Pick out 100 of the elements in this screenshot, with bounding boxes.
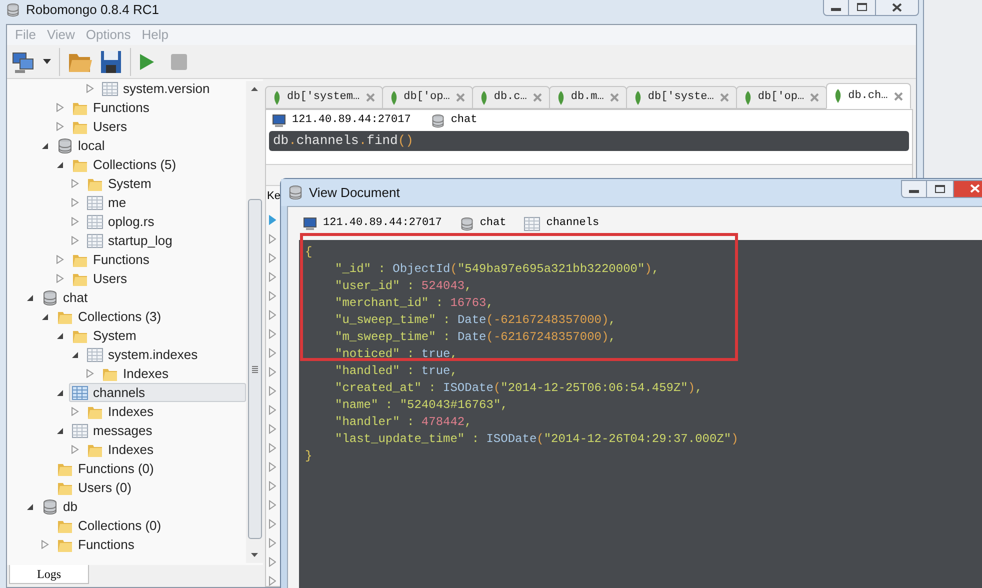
expand-arrow-icon[interactable] bbox=[269, 557, 276, 567]
expanded-arrow-icon[interactable] bbox=[26, 294, 34, 302]
tree-item[interactable]: chat bbox=[39, 288, 246, 307]
expand-arrow-icon[interactable] bbox=[269, 576, 276, 586]
expanded-arrow-icon[interactable] bbox=[56, 332, 64, 340]
query-editor[interactable]: db.channels.find() bbox=[269, 131, 909, 151]
expand-arrow-icon[interactable] bbox=[269, 386, 276, 396]
query-tab[interactable]: db.c… bbox=[472, 86, 550, 109]
caret-icon[interactable] bbox=[43, 59, 51, 64]
tree-item[interactable]: startup_log bbox=[84, 231, 246, 250]
query-tab[interactable]: db.m… bbox=[548, 86, 627, 109]
expand-arrow-icon[interactable] bbox=[269, 215, 276, 225]
expanded-arrow-icon[interactable] bbox=[56, 388, 64, 396]
tree-item[interactable]: System bbox=[84, 174, 246, 193]
collapsed-arrow-icon[interactable] bbox=[71, 217, 79, 226]
expanded-arrow-icon[interactable] bbox=[56, 160, 64, 168]
collapsed-arrow-icon[interactable] bbox=[71, 445, 79, 454]
close-button[interactable] bbox=[875, 0, 919, 16]
scroll-down-icon[interactable] bbox=[251, 553, 258, 557]
tree-item[interactable]: Collections (0) bbox=[54, 516, 246, 535]
expand-arrow-icon[interactable] bbox=[269, 291, 276, 301]
collapsed-arrow-icon[interactable] bbox=[56, 122, 64, 131]
leaf-icon bbox=[834, 89, 842, 103]
collapsed-arrow-icon[interactable] bbox=[71, 407, 79, 416]
tree-item[interactable]: messages bbox=[69, 421, 246, 440]
tree-item[interactable]: channels bbox=[69, 383, 246, 402]
close-icon[interactable] bbox=[810, 93, 820, 102]
expand-arrow-icon[interactable] bbox=[269, 462, 276, 472]
tree-item[interactable]: local bbox=[54, 136, 246, 155]
query-tab[interactable]: db['op… bbox=[382, 86, 473, 109]
collapsed-arrow-icon[interactable] bbox=[56, 103, 64, 112]
maximize-button[interactable] bbox=[849, 0, 875, 16]
tree-item[interactable]: Indexes bbox=[99, 364, 246, 383]
collapsed-arrow-icon[interactable] bbox=[41, 540, 49, 549]
scrollbar[interactable] bbox=[246, 81, 263, 563]
collapsed-arrow-icon[interactable] bbox=[71, 236, 79, 245]
collapsed-arrow-icon[interactable] bbox=[86, 369, 94, 378]
expand-arrow-icon[interactable] bbox=[269, 500, 276, 510]
expand-arrow-icon[interactable] bbox=[269, 443, 276, 453]
tree-item[interactable]: Indexes bbox=[84, 440, 246, 459]
tree-item[interactable]: Indexes bbox=[84, 402, 246, 421]
close-icon[interactable] bbox=[720, 93, 729, 102]
tree-item[interactable]: db bbox=[39, 497, 246, 516]
expanded-arrow-icon[interactable] bbox=[41, 142, 49, 150]
expand-arrow-icon[interactable] bbox=[269, 424, 276, 434]
collapsed-arrow-icon[interactable] bbox=[56, 255, 64, 264]
tree-item[interactable]: oplog.rs bbox=[84, 212, 246, 231]
table-icon bbox=[87, 196, 103, 210]
maximize-button[interactable] bbox=[927, 180, 953, 198]
play-icon[interactable] bbox=[139, 52, 155, 70]
query-tab[interactable]: db['op… bbox=[736, 86, 828, 109]
tree-item[interactable]: Collections (5) bbox=[69, 155, 246, 174]
collapsed-arrow-icon[interactable] bbox=[86, 84, 94, 93]
tree-item[interactable]: Users (0) bbox=[54, 478, 246, 497]
logs-tab[interactable]: Logs bbox=[9, 565, 89, 584]
table-icon bbox=[87, 234, 103, 248]
query-tab[interactable]: db['system… bbox=[265, 86, 383, 109]
expanded-arrow-icon[interactable] bbox=[71, 350, 79, 358]
tree-item[interactable]: Functions bbox=[69, 98, 246, 117]
code-line: "user_id" : 524043, bbox=[335, 278, 472, 295]
scroll-up-icon[interactable] bbox=[251, 87, 258, 91]
close-icon[interactable] bbox=[610, 93, 619, 102]
expand-arrow-icon[interactable] bbox=[269, 538, 276, 548]
expand-arrow-icon[interactable] bbox=[269, 405, 276, 415]
minimize-button[interactable] bbox=[901, 180, 927, 198]
expand-arrow-icon[interactable] bbox=[269, 348, 276, 358]
tree-item[interactable]: me bbox=[84, 193, 246, 212]
expand-arrow-icon[interactable] bbox=[269, 253, 276, 263]
collapsed-arrow-icon[interactable] bbox=[56, 274, 64, 283]
close-icon[interactable] bbox=[894, 92, 903, 100]
expanded-arrow-icon[interactable] bbox=[56, 426, 64, 434]
close-icon[interactable] bbox=[456, 93, 465, 102]
collapsed-arrow-icon[interactable] bbox=[71, 179, 79, 188]
expand-arrow-icon[interactable] bbox=[269, 310, 276, 320]
tree-item[interactable]: Functions (0) bbox=[54, 459, 246, 478]
tree-item[interactable]: System bbox=[69, 326, 246, 345]
expand-arrow-icon[interactable] bbox=[269, 519, 276, 529]
query-tab[interactable]: db['syste… bbox=[626, 86, 737, 109]
tree-item[interactable]: Users bbox=[69, 117, 246, 136]
expand-arrow-icon[interactable] bbox=[269, 367, 276, 377]
tree-item[interactable]: Users bbox=[69, 269, 246, 288]
close-icon[interactable] bbox=[366, 93, 375, 102]
tree-item[interactable]: Collections (3) bbox=[54, 307, 246, 326]
close-icon[interactable] bbox=[532, 93, 542, 102]
expanded-arrow-icon[interactable] bbox=[41, 312, 49, 320]
stop-icon[interactable] bbox=[171, 54, 187, 70]
collapsed-arrow-icon[interactable] bbox=[71, 198, 79, 207]
expand-arrow-icon[interactable] bbox=[269, 481, 276, 491]
minimize-button[interactable] bbox=[823, 0, 849, 16]
tree-item[interactable]: Functions bbox=[69, 250, 246, 269]
expand-arrow-icon[interactable] bbox=[269, 329, 276, 339]
expanded-arrow-icon[interactable] bbox=[26, 502, 34, 510]
expand-arrow-icon[interactable] bbox=[269, 234, 276, 244]
connect-icon[interactable] bbox=[11, 50, 35, 74]
tree-item[interactable]: system.indexes bbox=[84, 345, 246, 364]
tree-item[interactable]: system.version bbox=[99, 79, 246, 98]
expand-arrow-icon[interactable] bbox=[269, 272, 276, 282]
save-icon[interactable] bbox=[100, 50, 122, 74]
tree-item[interactable]: Functions bbox=[54, 535, 246, 554]
query-tab[interactable]: db.ch… bbox=[826, 83, 911, 109]
